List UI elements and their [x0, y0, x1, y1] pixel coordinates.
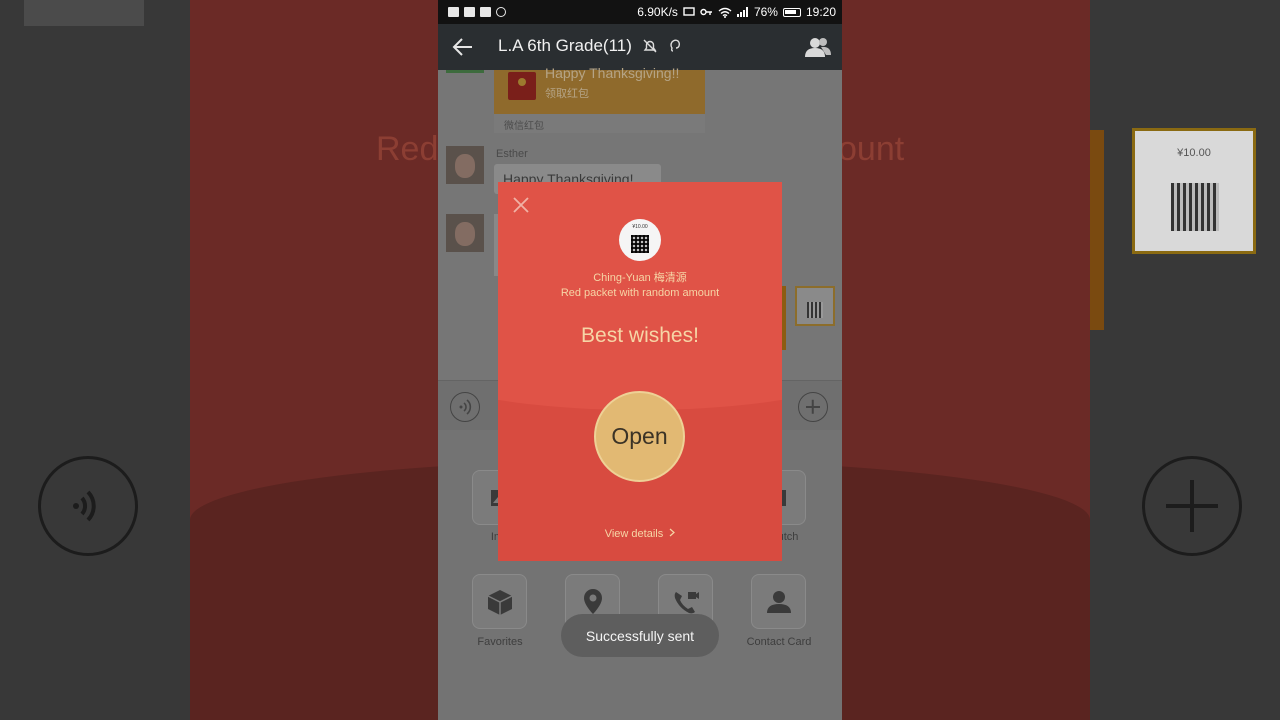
background-ticket-qr: [1171, 183, 1219, 231]
emoji-notification-icon: [496, 7, 506, 17]
tile-label-favorites: Favorites: [477, 636, 523, 648]
status-bar: 6.90K/s 76% 19:20: [438, 0, 842, 24]
red-packet-footer: 微信红包: [494, 114, 705, 133]
avatar-top: [446, 70, 484, 73]
background-text-right: ount: [838, 130, 905, 168]
background-ticket: ¥10.00: [1132, 128, 1256, 254]
success-toast: Successfully sent: [561, 614, 719, 657]
wish-message: Best wishes!: [581, 324, 699, 347]
sender-name: Ching-Yuan 梅清源: [593, 272, 687, 284]
avatar[interactable]: [446, 214, 484, 252]
red-packet-edge: [782, 286, 786, 350]
image-notification-icon: [464, 7, 475, 17]
background-plus-icon: [1142, 456, 1242, 556]
battery-icon: [782, 7, 801, 17]
view-details-link[interactable]: View details: [498, 528, 782, 540]
chat-header: L.A 6th Grade(11): [438, 24, 842, 70]
avatar[interactable]: [446, 146, 484, 184]
signal-icon: [736, 7, 748, 17]
earpiece-icon: [670, 39, 681, 52]
location-icon: [583, 588, 602, 614]
open-button[interactable]: Open: [594, 391, 685, 482]
sender-avatar-amount: ¥10.00: [632, 224, 648, 230]
network-speed: 6.90K/s: [637, 5, 678, 19]
wifi-icon: [718, 7, 732, 18]
red-packet-title: Happy Thanksgiving!!: [545, 65, 680, 81]
qr-code-icon: [631, 235, 649, 253]
voice-icon: [459, 399, 472, 415]
red-packet-subtitle: 领取红包: [545, 88, 589, 100]
tile-favorites[interactable]: [472, 574, 527, 629]
voice-input-button[interactable]: [450, 392, 480, 422]
sender-name: Esther: [496, 148, 528, 160]
clock: 19:20: [805, 5, 836, 19]
background-ticket-amount: ¥10.00: [1177, 147, 1211, 159]
cube-icon: [487, 589, 512, 615]
muted-bell-icon: [643, 39, 657, 53]
battery-percent: 76%: [753, 5, 778, 19]
background-voice-icon: [38, 456, 138, 556]
app-grid-icon: [448, 7, 459, 17]
view-details-label: View details: [604, 528, 664, 540]
sent-image-thumbnail[interactable]: [795, 286, 835, 326]
tile-label-contact-card: Contact Card: [746, 636, 812, 648]
chevron-right-icon: [669, 528, 676, 537]
close-icon[interactable]: [512, 196, 530, 214]
thumbnail-qr: [807, 302, 823, 318]
background-orange-strip: [1090, 130, 1104, 330]
red-envelope-icon: [508, 72, 536, 100]
chat-title: L.A 6th Grade(11): [498, 36, 632, 55]
background-avatar: [24, 0, 144, 26]
tile-contact-card[interactable]: [751, 574, 806, 629]
group-members-icon[interactable]: [804, 36, 832, 58]
packet-type: Red packet with random amount: [560, 287, 720, 299]
red-packet-modal: ¥10.00 Ching-Yuan 梅清源 Red packet with ra…: [498, 182, 782, 561]
more-functions-button[interactable]: [798, 392, 828, 422]
back-arrow-icon[interactable]: [452, 36, 474, 58]
video-call-icon: [674, 591, 699, 613]
contact-card-icon: [766, 590, 791, 613]
cast-icon: [683, 7, 695, 16]
open-button-label: Open: [611, 423, 668, 449]
sender-avatar: ¥10.00: [619, 219, 661, 261]
background-text-left: Red: [376, 130, 439, 168]
mail-notification-icon: [480, 7, 491, 17]
key-icon: [700, 8, 712, 16]
